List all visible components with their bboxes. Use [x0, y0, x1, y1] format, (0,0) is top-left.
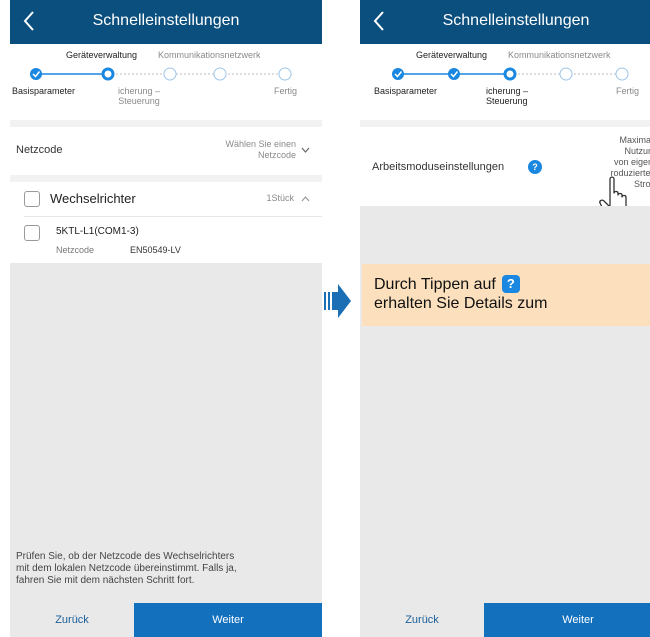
step-indicator: Geräteverwaltung Kommunikationsnetzwerk … [10, 44, 322, 120]
step-label-basis: Basisparameter [12, 86, 76, 96]
step-label-control: icherung – Steuerung [118, 86, 161, 106]
netzcode-row[interactable]: Netzcode Wählen Sie einen Netzcode [10, 127, 322, 175]
device-row[interactable]: 5KTL-L1(COM1-3) Netzcode EN50549-LV [10, 217, 322, 263]
mode-settings-label: Arbeitsmoduseinstellungen [372, 161, 505, 173]
step-dot-network [163, 67, 177, 81]
next-button[interactable]: Weiter [484, 603, 650, 637]
section-gap [10, 175, 322, 182]
step-label-done: Fertig [274, 86, 298, 96]
bottom-bar: Zurück Weiter [360, 603, 650, 637]
callout-text: Durch Tippen auf? erhalten Sie Details z… [374, 275, 547, 313]
empty-area: Prüfen Sie, ob der Netzcode des Wechselr… [10, 263, 322, 603]
device-checkbox[interactable] [24, 225, 40, 241]
bottom-bar: Zurück Weiter [10, 603, 322, 637]
title-bar: Schnelleinstellungen [360, 0, 650, 44]
callout-line-1: Durch Tippen auf [374, 276, 496, 293]
group-title: Wechselrichter [50, 191, 136, 206]
arrow-right-icon [324, 284, 351, 318]
section-gap [10, 120, 322, 127]
section-gap [360, 120, 650, 127]
netzcode-select[interactable]: Wählen Sie einen Netzcode [225, 139, 296, 161]
mode-settings-row[interactable]: Arbeitsmoduseinstellungen ? Maximale Nut… [360, 127, 650, 220]
group-header-inverter[interactable]: Wechselrichter 1Stück [10, 182, 322, 216]
step-dot-control [213, 67, 227, 81]
title-bar: Schnelleinstellungen [10, 0, 322, 44]
step-dot-done [615, 67, 629, 81]
group-count: 1Stück [266, 193, 294, 203]
chevron-down-icon[interactable] [301, 147, 310, 153]
step-dot-done [278, 67, 292, 81]
step-label-control: icherung – Steuerung [486, 86, 529, 106]
left-screen: Schnelleinstellungen Geräteverwaltung Ko… [10, 0, 322, 637]
footer-note: Prüfen Sie, ob der Netzcode des Wechselr… [16, 551, 237, 586]
step-dot-basis [30, 68, 42, 80]
help-icon: ? [501, 275, 520, 293]
device-name: 5KTL-L1(COM1-3) [56, 226, 139, 237]
page-title: Schnelleinstellungen [92, 12, 240, 29]
step-label-done: Fertig [616, 86, 640, 96]
step-dot-device [448, 68, 460, 80]
step-track [30, 67, 292, 81]
step-label-basis: Basisparameter [374, 86, 438, 96]
back-button[interactable]: Zurück [10, 603, 134, 637]
step-dot-network [559, 67, 573, 81]
step-dot-basis [392, 68, 404, 80]
back-button[interactable]: Zurück [360, 603, 484, 637]
device-field-label: Netzcode [56, 245, 95, 255]
step-indicator: Geräteverwaltung Kommunikationsnetzwerk … [360, 44, 650, 120]
netzcode-label: Netzcode [16, 144, 63, 156]
help-icon[interactable]: ? [528, 160, 542, 174]
device-field-value: EN50549-LV [130, 245, 181, 255]
step-dot-control [503, 67, 517, 81]
callout-line-2: erhalten Sie Details zum [374, 295, 548, 312]
page-title: Schnelleinstellungen [442, 12, 590, 29]
step-track [392, 67, 629, 81]
next-button[interactable]: Weiter [134, 603, 322, 637]
group-checkbox[interactable] [24, 191, 40, 207]
callout-banner: Durch Tippen auf? erhalten Sie Details z… [362, 264, 650, 326]
chevron-up-icon[interactable] [301, 196, 310, 202]
step-dot-device [101, 67, 115, 81]
